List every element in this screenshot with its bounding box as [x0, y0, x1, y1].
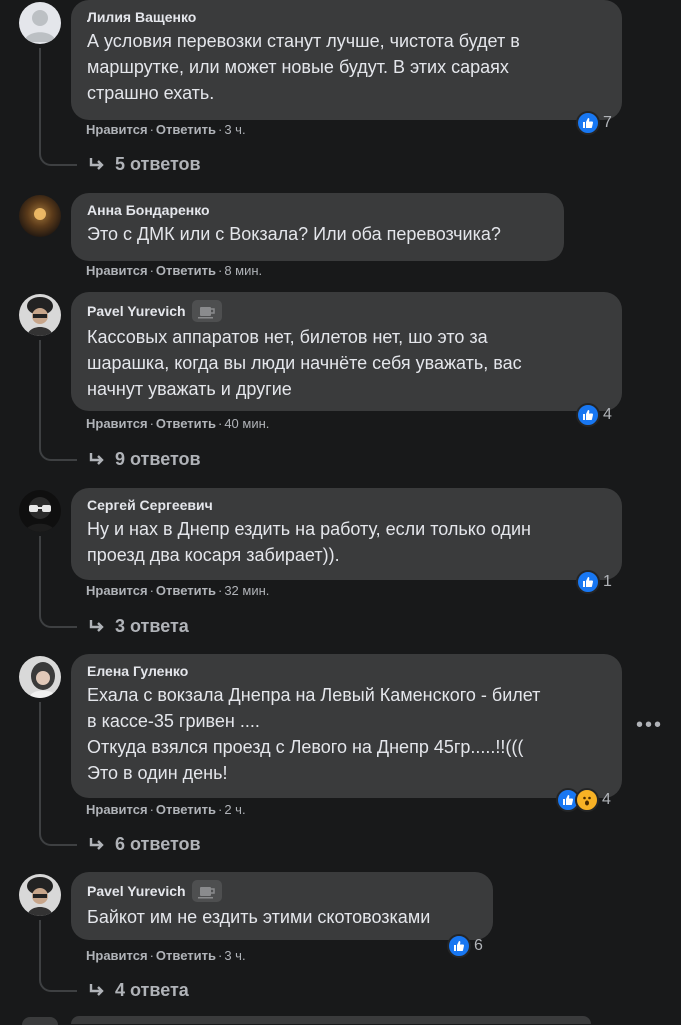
like-icon: [576, 111, 600, 135]
view-replies-link[interactable]: 6 ответов: [88, 834, 201, 855]
thread-curve: [39, 830, 77, 846]
timestamp[interactable]: 3 ч.: [224, 122, 245, 137]
like-icon: [576, 570, 600, 594]
reply-link[interactable]: Ответить: [156, 583, 216, 598]
avatar[interactable]: [19, 294, 61, 336]
comment-actions: Нравится · Ответить · 40 мин.: [86, 416, 270, 431]
like-icon: [447, 934, 471, 958]
author-name[interactable]: Лилия Ващенко: [87, 8, 606, 26]
comment-actions: Нравится · Ответить · 2 ч.: [86, 802, 246, 817]
comment-bubble: Лилия Ващенко А условия перевозки станут…: [71, 0, 622, 120]
timestamp[interactable]: 32 мин.: [224, 583, 269, 598]
thread-line: [39, 536, 41, 612]
comment-bubble: Сергей Сергеевич Ну и нах в Днепр ездить…: [71, 488, 622, 580]
comment-text: А условия перевозки станут лучше, чистот…: [87, 31, 520, 103]
author-name[interactable]: Pavel Yurevich: [87, 300, 606, 322]
avatar[interactable]: [19, 656, 61, 698]
thread-curve: [39, 445, 77, 461]
comment-text: Ехала с вокзала Днепра на Левый Каменско…: [87, 685, 541, 783]
comment-text: Это с ДМК или с Вокзала? Или оба перевоз…: [87, 224, 501, 244]
thread-line: [39, 340, 41, 445]
comment-bubble: Елена Гуленко Ехала с вокзала Днепра на …: [71, 654, 622, 798]
view-replies-link[interactable]: 9 ответов: [88, 449, 201, 470]
view-replies-link[interactable]: 5 ответов: [88, 154, 201, 175]
comment-text: Байкот им не ездить этими скотовозками: [87, 907, 431, 927]
author-name[interactable]: Сергей Сергеевич: [87, 496, 606, 514]
next-comment-avatar: [22, 1017, 58, 1025]
reply-link[interactable]: Ответить: [156, 948, 216, 963]
reply-arrow-icon: [89, 837, 104, 850]
avatar[interactable]: [19, 195, 61, 237]
reply-arrow-icon: [89, 157, 104, 170]
like-link[interactable]: Нравится: [86, 583, 148, 598]
reply-link[interactable]: Ответить: [156, 122, 216, 137]
comment-actions: Нравится · Ответить · 8 мин.: [86, 263, 263, 278]
author-name[interactable]: Анна Бондаренко: [87, 201, 548, 219]
reaction-count[interactable]: 7: [576, 111, 612, 135]
reaction-count[interactable]: 4: [576, 403, 612, 427]
reaction-count[interactable]: 4: [556, 788, 611, 812]
photo-avatar: [34, 208, 46, 220]
reaction-count[interactable]: 1: [576, 570, 612, 594]
comment-bubble: Pavel Yurevich Кассовых аппаратов нет, б…: [71, 292, 622, 411]
like-link[interactable]: Нравится: [86, 948, 148, 963]
like-link[interactable]: Нравится: [86, 416, 148, 431]
coffee-cup-badge-icon: [191, 300, 222, 322]
reply-link[interactable]: Ответить: [156, 263, 216, 278]
avatar[interactable]: [19, 490, 61, 532]
thread-curve: [39, 976, 77, 992]
coffee-cup-badge-icon: [191, 880, 222, 902]
more-options-icon[interactable]: •••: [636, 714, 663, 737]
thread-line: [39, 920, 41, 976]
timestamp[interactable]: 3 ч.: [224, 948, 245, 963]
comment-text: Кассовых аппаратов нет, билетов нет, шо …: [87, 327, 522, 399]
thread-curve: [39, 612, 77, 628]
comment-actions: Нравится · Ответить · 32 мин.: [86, 583, 270, 598]
comment-actions: Нравится · Ответить · 3 ч.: [86, 122, 246, 137]
reply-arrow-icon: [89, 452, 104, 465]
view-replies-link[interactable]: 3 ответа: [88, 616, 189, 637]
reaction-count[interactable]: 6: [447, 934, 483, 958]
author-name[interactable]: Pavel Yurevich: [87, 880, 477, 902]
avatar[interactable]: [19, 874, 61, 916]
wow-icon: [575, 788, 599, 812]
reply-arrow-icon: [89, 983, 104, 996]
comment-bubble: Pavel Yurevich Байкот им не ездить этими…: [71, 872, 493, 940]
comment-text: Ну и нах в Днепр ездить на работу, если …: [87, 519, 531, 565]
comment-bubble: Анна Бондаренко Это с ДМК или с Вокзала?…: [71, 193, 564, 261]
avatar[interactable]: [19, 2, 61, 44]
view-replies-link[interactable]: 4 ответа: [88, 980, 189, 1001]
author-name[interactable]: Елена Гуленко: [87, 662, 606, 680]
reply-arrow-icon: [89, 619, 104, 632]
like-link[interactable]: Нравится: [86, 802, 148, 817]
reply-link[interactable]: Ответить: [156, 802, 216, 817]
reply-link[interactable]: Ответить: [156, 416, 216, 431]
like-link[interactable]: Нравится: [86, 263, 148, 278]
timestamp[interactable]: 2 ч.: [224, 802, 245, 817]
like-link[interactable]: Нравится: [86, 122, 148, 137]
timestamp[interactable]: 8 мин.: [224, 263, 262, 278]
next-comment-bubble: [71, 1016, 591, 1024]
timestamp[interactable]: 40 мин.: [224, 416, 269, 431]
default-user-icon: [24, 10, 56, 42]
thread-curve: [39, 150, 77, 166]
like-icon: [576, 403, 600, 427]
thread-line: [39, 48, 41, 150]
thread-line: [39, 702, 41, 830]
comment-actions: Нравится · Ответить · 3 ч.: [86, 948, 246, 963]
